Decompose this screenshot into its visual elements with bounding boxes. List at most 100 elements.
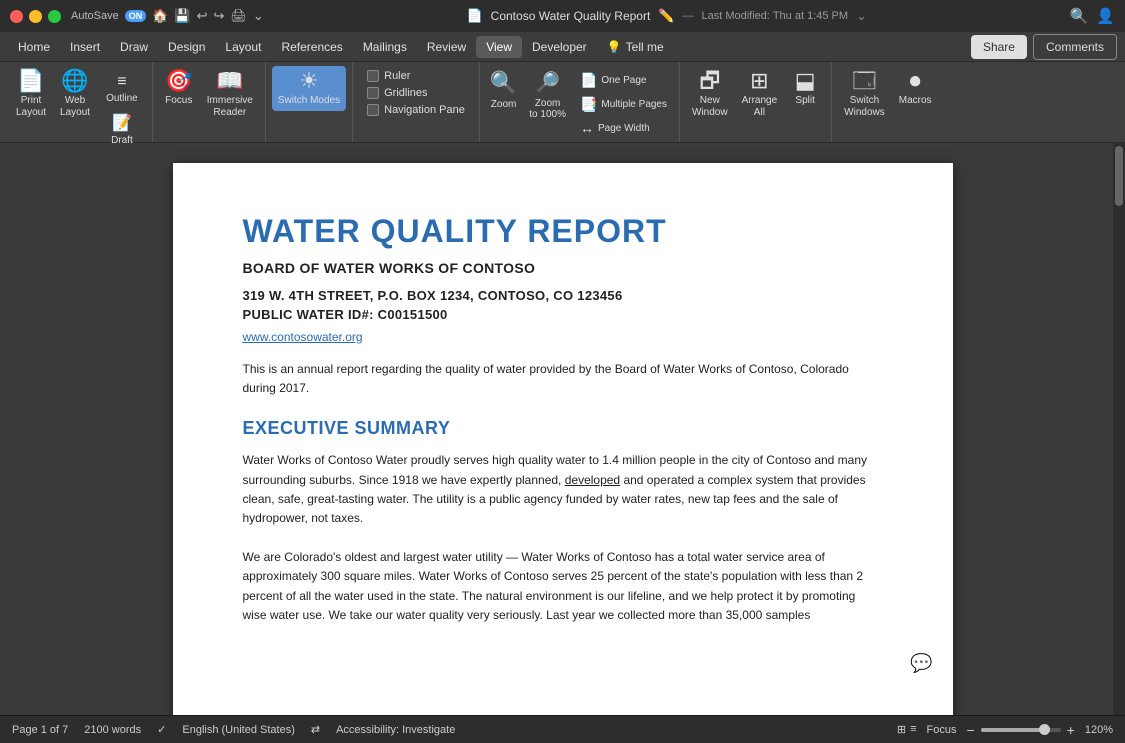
scroll-track[interactable] xyxy=(1113,143,1125,715)
website-link[interactable]: www.contosowater.org xyxy=(243,330,883,344)
ruler-label: Ruler xyxy=(384,70,410,82)
immersive-reader-button[interactable]: 📖 ImmersiveReader xyxy=(201,66,259,123)
macros-icon: ⏺ xyxy=(910,70,921,92)
one-page-button[interactable]: 📄 One Page xyxy=(576,70,671,91)
zoom-100-icon: 🔎 xyxy=(535,70,560,95)
para1-text: Water Works of Contoso Water proudly ser… xyxy=(243,451,883,528)
menu-layout[interactable]: Layout xyxy=(215,36,271,58)
ribbon-group-show: Ruler Gridlines Navigation Pane xyxy=(353,62,480,142)
menu-review[interactable]: Review xyxy=(417,36,476,58)
nav-pane-checkbox[interactable] xyxy=(367,104,379,116)
column-icons[interactable]: ⊞ ≡ xyxy=(897,723,917,736)
zoom-bar[interactable] xyxy=(981,728,1061,732)
gridlines-checkbox[interactable] xyxy=(367,87,379,99)
maximize-button[interactable] xyxy=(48,10,61,23)
account-icon[interactable]: 👤 xyxy=(1096,7,1115,25)
switch-modes-icon: ☀ xyxy=(299,70,319,92)
grid-icon: ⊞ xyxy=(897,723,906,736)
para2-text: We are Colorado's oldest and largest wat… xyxy=(243,548,883,625)
document-title: Contoso Water Quality Report xyxy=(491,9,651,23)
one-page-icon: 📄 xyxy=(580,72,597,89)
ribbon-group-focus: 🎯 Focus 📖 ImmersiveReader xyxy=(153,62,266,142)
new-window-button[interactable]: 🗗 NewWindow xyxy=(686,66,734,123)
minimize-button[interactable] xyxy=(29,10,42,23)
comments-button[interactable]: Comments xyxy=(1033,34,1117,60)
print-layout-button[interactable]: 📄 Print Layout xyxy=(10,66,52,123)
page-width-label: Page Width xyxy=(598,123,650,134)
split-button[interactable]: ⬓ Split xyxy=(785,66,825,111)
menu-home[interactable]: Home xyxy=(8,36,60,58)
zoom-percent: 120% xyxy=(1085,724,1113,736)
share-button[interactable]: Share xyxy=(971,35,1027,59)
document-area: WATER QUALITY REPORT BOARD OF WATER WORK… xyxy=(0,143,1125,715)
menu-developer[interactable]: Developer xyxy=(522,36,597,58)
arrange-all-icon: ⊞ xyxy=(750,70,768,92)
undo-icon[interactable]: ↩ xyxy=(197,8,208,24)
document-title-heading: WATER QUALITY REPORT xyxy=(243,213,883,250)
public-id: PUBLIC WATER ID#: C00151500 xyxy=(243,307,883,322)
switch-windows-icon: 🗔 xyxy=(853,70,877,92)
print-layout-icon: 📄 xyxy=(17,70,44,92)
focus-label: Focus xyxy=(165,95,192,107)
multiple-pages-icon: 📑 xyxy=(580,96,597,113)
status-right: ⊞ ≡ Focus − + 120% xyxy=(897,722,1113,738)
switch-windows-button[interactable]: 🗔 SwitchWindows xyxy=(838,66,891,123)
zoom-slider[interactable]: − + xyxy=(966,722,1074,738)
zoom-fill xyxy=(981,728,1041,732)
switch-windows-items: 🗔 SwitchWindows ⏺ Macros xyxy=(838,66,937,140)
print-layout-label: Print Layout xyxy=(16,95,46,119)
print-icon[interactable]: 🖨 xyxy=(230,8,247,24)
arrange-all-button[interactable]: ⊞ ArrangeAll xyxy=(736,66,784,123)
web-layout-button[interactable]: 🌐 WebLayout xyxy=(54,66,96,123)
outline-button[interactable]: ≡ Outline xyxy=(102,70,142,107)
close-button[interactable] xyxy=(10,10,23,23)
menu-design[interactable]: Design xyxy=(158,36,215,58)
zoom-100-button[interactable]: 🔎 Zoomto 100% xyxy=(525,66,570,124)
gridlines-check[interactable]: Gridlines xyxy=(367,87,465,99)
page-width-icon: ↔ xyxy=(580,120,594,136)
accessibility-status[interactable]: Accessibility: Investigate xyxy=(336,724,455,736)
menu-insert[interactable]: Insert xyxy=(60,36,110,58)
language[interactable]: English (United States) xyxy=(182,724,295,736)
multiple-pages-button[interactable]: 📑 Multiple Pages xyxy=(576,94,671,115)
split-icon: ⬓ xyxy=(795,70,816,92)
macros-button[interactable]: ⏺ Macros xyxy=(893,66,938,111)
switch-windows-label: SwitchWindows xyxy=(844,95,885,119)
zoom-minus-button[interactable]: − xyxy=(966,722,974,738)
last-modified: Last Modified: Thu at 1:45 PM xyxy=(701,10,848,22)
focus-button[interactable]: 🎯 Focus xyxy=(159,66,199,111)
page-width-button[interactable]: ↔ Page Width xyxy=(576,118,671,138)
menu-draw[interactable]: Draw xyxy=(110,36,158,58)
zoom-knob[interactable] xyxy=(1039,724,1050,735)
scroll-thumb[interactable] xyxy=(1115,146,1123,206)
search-icon[interactable]: 🔍 xyxy=(1070,7,1089,25)
ruler-checkbox[interactable] xyxy=(367,70,379,82)
ruler-check[interactable]: Ruler xyxy=(367,70,465,82)
redo-icon[interactable]: ↪ xyxy=(213,8,224,24)
ribbon-group-views: 📄 Print Layout 🌐 WebLayout ≡ Outline 📝 D… xyxy=(4,62,153,142)
switch-modes-button[interactable]: ☀ Switch Modes xyxy=(272,66,346,111)
track-changes-icon[interactable]: ⇄ xyxy=(311,723,320,736)
menu-tell-me[interactable]: 💡 Tell me xyxy=(597,36,674,58)
comment-icon[interactable]: 💬 xyxy=(910,653,932,674)
new-window-icon: 🗗 xyxy=(699,70,720,92)
more-icon[interactable]: ⌄ xyxy=(253,8,264,24)
zoom-button[interactable]: 🔍 Zoom xyxy=(486,66,521,114)
nav-pane-check[interactable]: Navigation Pane xyxy=(367,104,465,116)
menu-references[interactable]: References xyxy=(271,36,352,58)
traffic-lights xyxy=(10,10,61,23)
proofing-icon[interactable]: ✓ xyxy=(157,723,166,736)
autosave-toggle[interactable]: ON xyxy=(125,10,147,22)
save-icon[interactable]: 💾 xyxy=(174,8,190,24)
autosave-label: AutoSave xyxy=(71,10,119,22)
focus-button[interactable]: Focus xyxy=(927,724,957,736)
nav-pane-label: Navigation Pane xyxy=(384,104,465,116)
zoom-plus-button[interactable]: + xyxy=(1067,722,1075,738)
menu-mailings[interactable]: Mailings xyxy=(353,36,417,58)
board-title: BOARD OF WATER WORKS OF CONTOSO xyxy=(243,260,883,276)
menu-view[interactable]: View xyxy=(476,36,522,58)
draft-icon: 📝 xyxy=(112,113,132,133)
home-icon[interactable]: 🏠 xyxy=(152,8,168,24)
document-page: WATER QUALITY REPORT BOARD OF WATER WORK… xyxy=(173,163,953,715)
macros-label: Macros xyxy=(899,95,932,107)
